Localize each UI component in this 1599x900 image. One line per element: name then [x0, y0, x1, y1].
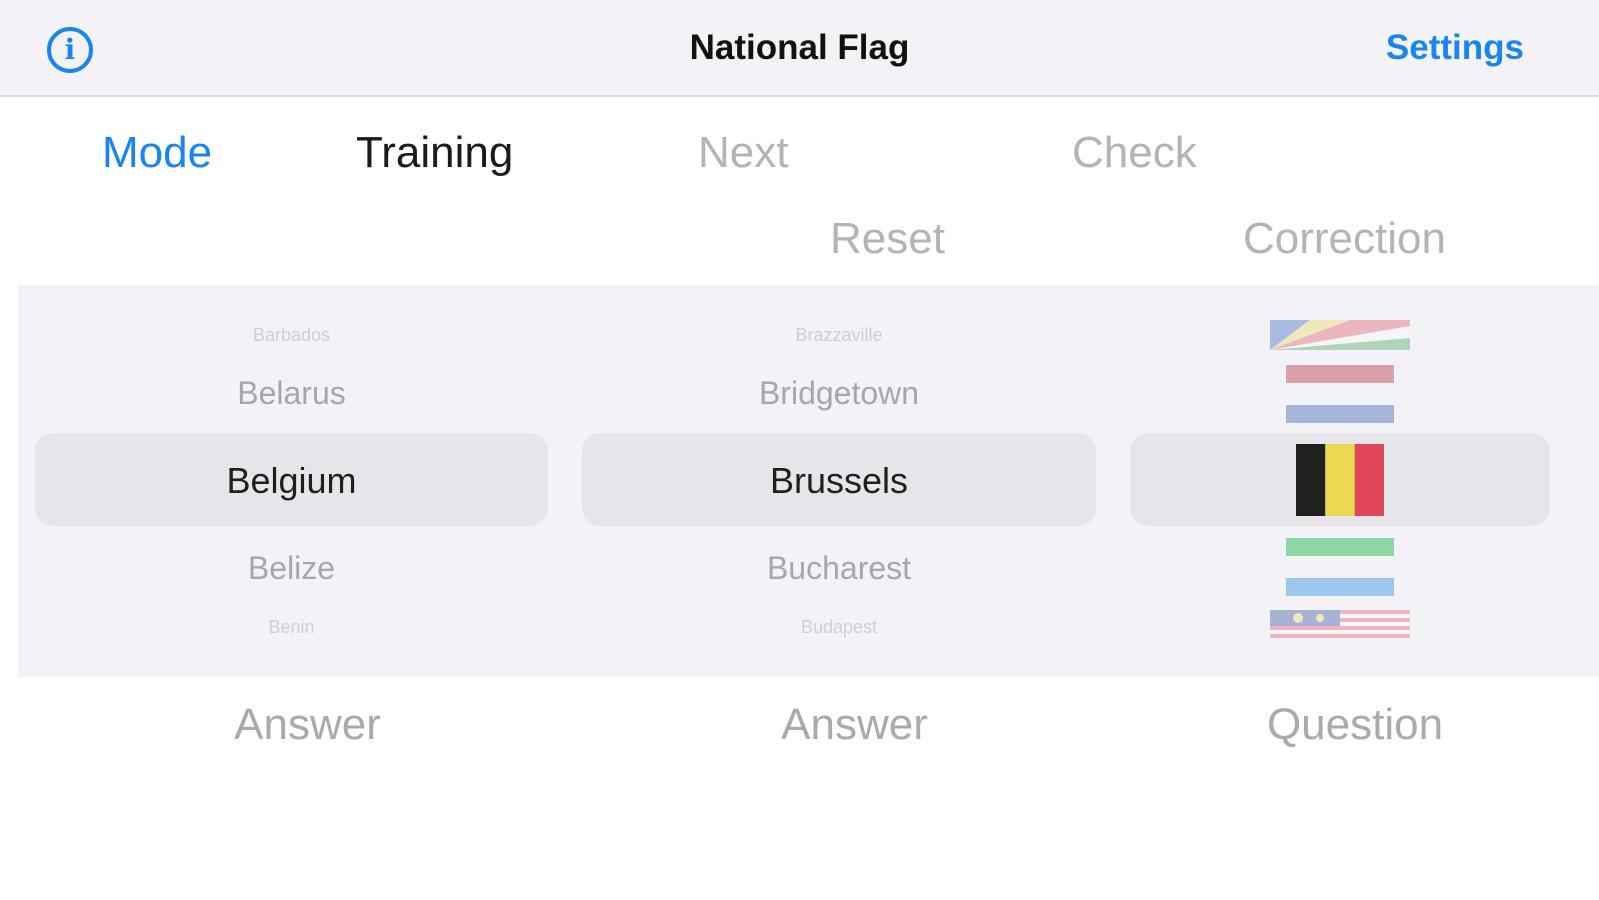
column-label-answer-1: Answer: [234, 700, 381, 749]
flag-wheel[interactable]: [1130, 285, 1550, 677]
correction-button[interactable]: Correction: [1243, 214, 1446, 264]
reset-button[interactable]: Reset: [830, 214, 945, 264]
picker-row[interactable]: Belarus: [35, 375, 548, 412]
picker-row[interactable]: Belize: [35, 550, 548, 587]
training-label: Training: [356, 128, 514, 177]
flag-icon[interactable]: [1286, 365, 1394, 425]
quiz-picker[interactable]: Barbados Belarus Belgium Belize Benin Br…: [18, 285, 1599, 677]
settings-button[interactable]: Settings: [1386, 28, 1524, 68]
page-title: National Flag: [689, 28, 910, 67]
column-label-answer-2: Answer: [781, 700, 928, 749]
picker-row[interactable]: Barbados: [35, 325, 548, 346]
column-label-question: Question: [1266, 700, 1444, 749]
picker-row[interactable]: Benin: [35, 617, 548, 638]
next-button[interactable]: Next: [698, 128, 788, 178]
mode-button[interactable]: Mode: [102, 128, 212, 178]
picker-row-selected[interactable]: Belgium: [35, 460, 548, 502]
flag-icon[interactable]: [1286, 538, 1394, 598]
capital-wheel[interactable]: Brazzaville Bridgetown Brussels Buchares…: [582, 285, 1096, 677]
picker-row[interactable]: Brazzaville: [582, 325, 1096, 346]
picker-row-selected[interactable]: Brussels: [582, 460, 1096, 502]
belgium-flag-icon[interactable]: [1296, 444, 1384, 516]
picker-row[interactable]: Budapest: [582, 617, 1096, 638]
malaysia-flag-icon[interactable]: [1270, 610, 1410, 638]
check-button[interactable]: Check: [1072, 128, 1197, 178]
country-wheel[interactable]: Barbados Belarus Belgium Belize Benin: [35, 285, 548, 677]
seychelles-flag-icon[interactable]: [1270, 320, 1410, 350]
navigation-bar: i National Flag Settings: [0, 0, 1599, 97]
picker-row[interactable]: Bucharest: [582, 550, 1096, 587]
picker-row[interactable]: Bridgetown: [582, 375, 1096, 412]
